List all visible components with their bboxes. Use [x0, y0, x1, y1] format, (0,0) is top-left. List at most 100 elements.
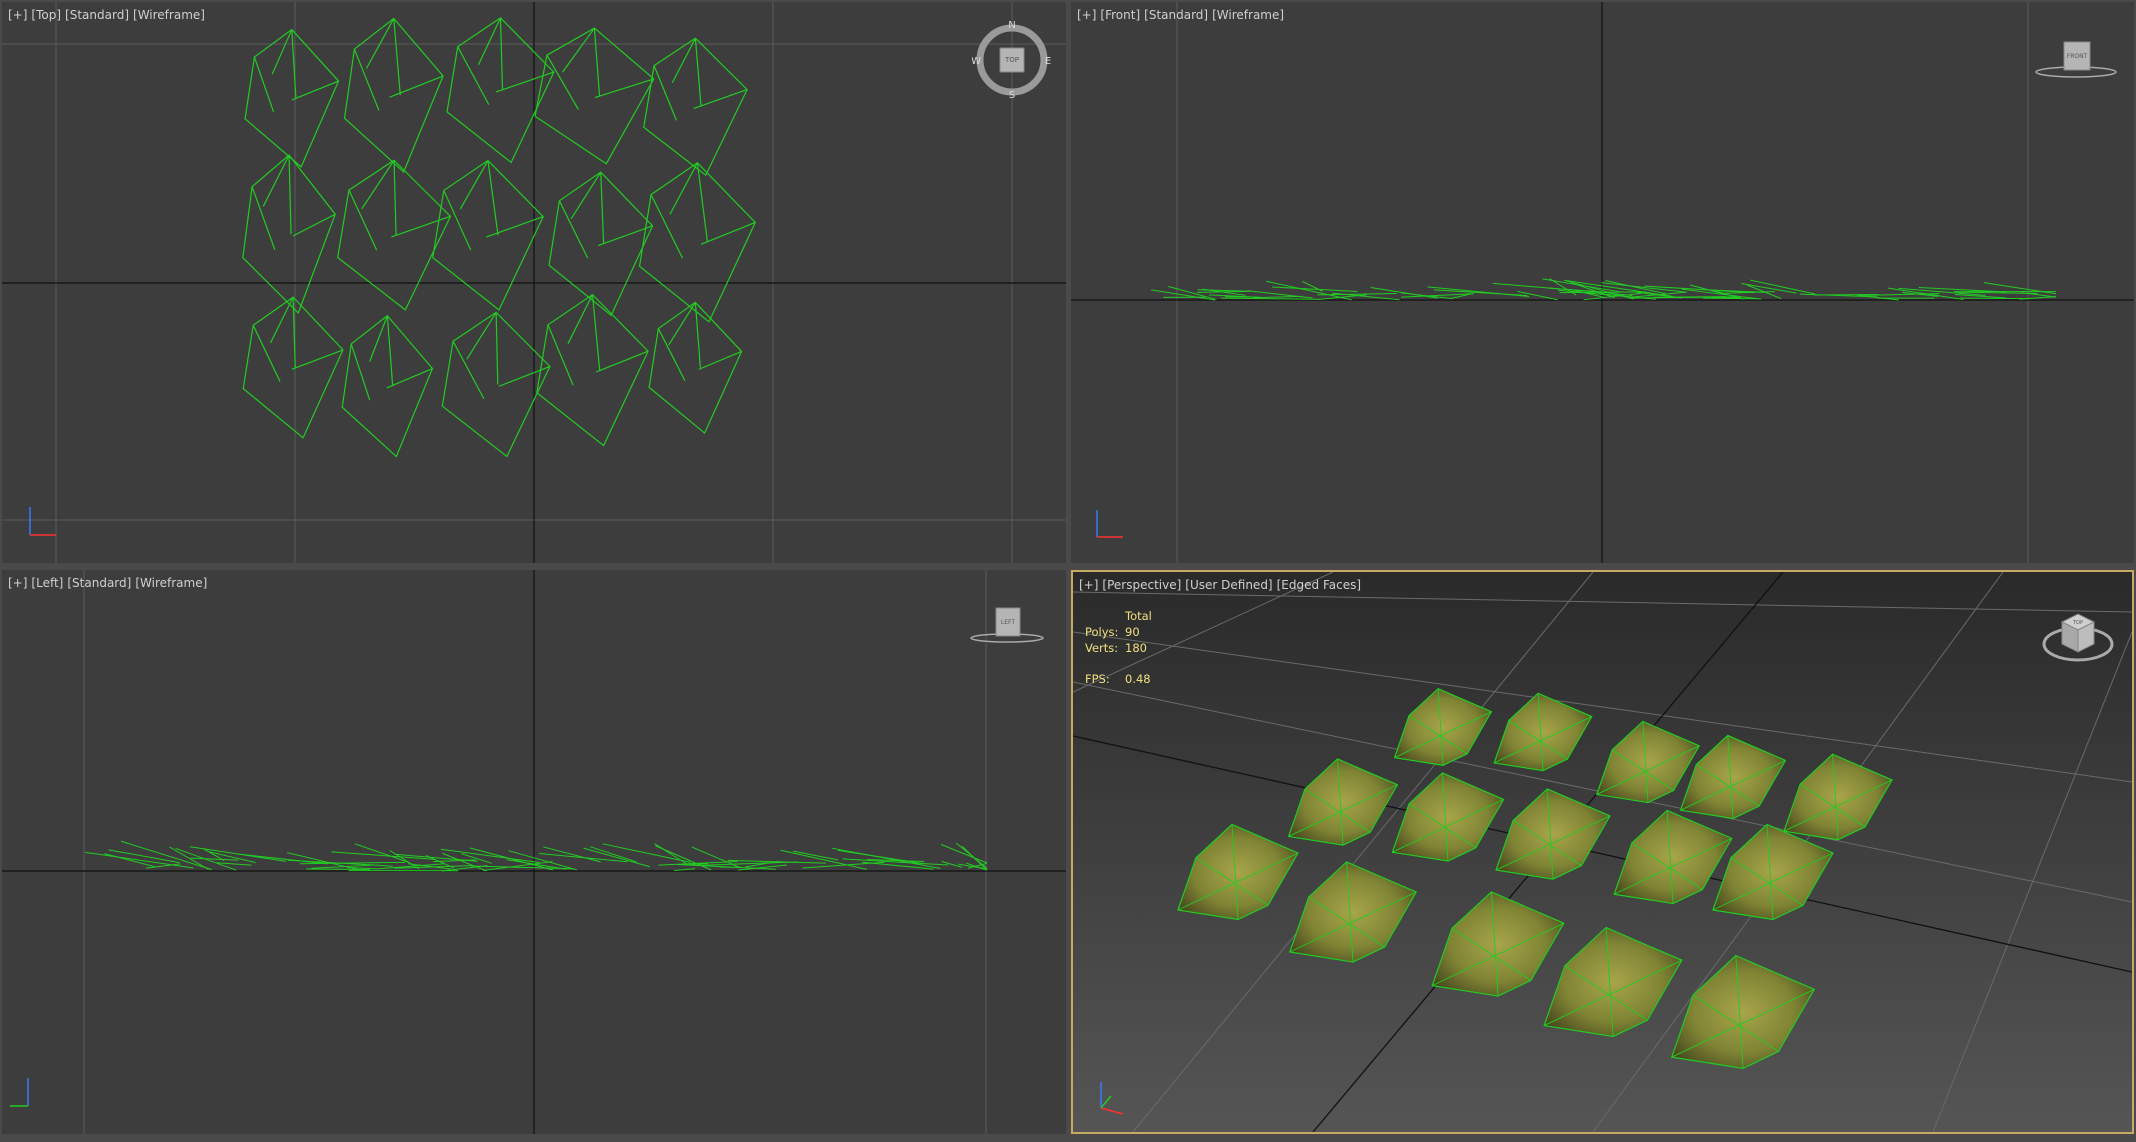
viewcube-compass[interactable]: TOP N S E W — [971, 20, 1052, 104]
viewport-top-label[interactable]: [+] [Top] [Standard] [Wireframe] — [8, 8, 209, 22]
leaf-edge — [654, 843, 688, 866]
leaf-edge — [650, 194, 684, 259]
viewport-menu-plus[interactable]: [+] — [8, 576, 27, 590]
viewport-shading-label[interactable]: [Standard] — [1144, 8, 1208, 22]
leaf-edge — [677, 863, 776, 870]
viewport-shading-label[interactable]: [User Defined] — [1185, 578, 1272, 592]
svg-text:LEFT: LEFT — [1001, 619, 1015, 626]
leaf-edge — [262, 154, 290, 207]
fps-label: FPS: — [1085, 672, 1110, 686]
leaf-edge — [347, 866, 379, 870]
leaf-edge — [482, 861, 553, 871]
verts-value: 180 — [1125, 641, 1147, 655]
leaf-edge — [393, 18, 401, 96]
leaf-wireframe — [536, 293, 649, 447]
viewcube[interactable]: FRONT — [2031, 32, 2121, 86]
leaf-wireframes-side — [1151, 278, 2057, 301]
viewport-view-label[interactable]: [Left] — [31, 576, 63, 590]
viewport-menu-plus[interactable]: [+] — [1079, 578, 1098, 592]
leaf-edge — [190, 857, 239, 861]
leaf-edge — [350, 343, 371, 401]
viewport-display-label[interactable]: [Wireframe] — [1212, 8, 1284, 22]
leaf-edge — [602, 843, 691, 863]
leaf-edge — [466, 312, 497, 360]
viewport-menu-plus[interactable]: [+] — [8, 8, 27, 22]
leaf-edge — [251, 186, 276, 250]
viewport-menu-plus[interactable]: [+] — [1077, 8, 1096, 22]
leaf-edge — [104, 853, 156, 868]
stats-header: Total — [1125, 609, 1152, 623]
leaf-edge — [558, 200, 589, 259]
leaf-edge — [562, 27, 595, 73]
leaf-wireframe — [643, 37, 748, 177]
viewport-view-label[interactable]: [Top] — [31, 8, 61, 22]
leaf-edge — [570, 171, 602, 220]
leaf-edge — [546, 54, 579, 110]
leaf-edge — [269, 296, 294, 344]
leaf-edge — [393, 160, 397, 236]
svg-text:W: W — [972, 56, 981, 67]
leaf-edge — [657, 328, 686, 382]
viewcube[interactable]: TOP — [2038, 602, 2118, 676]
svg-text:TOP: TOP — [1004, 56, 1019, 64]
leaf-edge — [837, 849, 926, 865]
viewcube[interactable]: LEFT — [967, 598, 1047, 652]
leaf-edge — [600, 172, 605, 244]
viewport-perspective-label[interactable]: [+] [Perspective] [User Defined] [Edged Fac… — [1079, 578, 1365, 592]
viewport-front-label[interactable]: [+] [Front] [Standard] [Wireframe] — [1077, 8, 1288, 22]
leaf-edge — [593, 28, 601, 96]
viewport-display-label[interactable]: [Wireframe] — [133, 8, 205, 22]
leaf-edge — [583, 847, 651, 868]
axis-gizmo — [1096, 510, 1123, 538]
leaf-edge — [389, 75, 444, 98]
leaf-edge — [459, 160, 489, 210]
viewport-view-label[interactable]: [Perspective] — [1102, 578, 1181, 592]
leaf-wireframe — [638, 162, 757, 323]
leaf-edge — [386, 315, 394, 387]
leaf-edge — [457, 46, 490, 105]
leaf-edge — [470, 865, 574, 870]
leaf-wireframe — [242, 296, 344, 439]
perspective-scene — [1073, 572, 2132, 1132]
viewport-statistics: Total Polys: 90 Verts: 180 FPS: 0.48 — [1085, 608, 1152, 687]
leaf-wireframes — [242, 17, 757, 458]
left-wireframe-scene — [2, 570, 1066, 1134]
leaf-edge — [252, 325, 281, 382]
leaf-edge — [668, 302, 696, 346]
leaf-edge — [361, 159, 395, 210]
leaf-edge — [940, 844, 988, 864]
viewport-shading-label[interactable]: [Standard] — [65, 8, 129, 22]
leaf-edge — [495, 71, 555, 93]
leaf-wireframe — [432, 159, 544, 311]
leaf-edge — [495, 312, 499, 385]
viewport-shading-label[interactable]: [Standard] — [67, 576, 131, 590]
viewport-display-label[interactable]: [Wireframe] — [135, 576, 207, 590]
leaf-edge — [1151, 289, 1216, 301]
leaf-edge — [653, 65, 677, 121]
svg-text:TOP: TOP — [2072, 620, 2083, 626]
leaf-edge — [499, 17, 504, 91]
leaf-edge — [1252, 295, 1303, 299]
verts-label: Verts: — [1085, 641, 1119, 655]
viewport-perspective[interactable]: [+] [Perspective] [User Defined] [Edged Fac… — [1071, 570, 2134, 1134]
leaf-edge — [365, 18, 395, 69]
leaf-edge — [1957, 291, 2038, 294]
svg-text:E: E — [1045, 56, 1051, 67]
leaf-edge — [694, 38, 702, 107]
leaf-edge — [674, 868, 695, 871]
viewport-left-label[interactable]: [+] [Left] [Standard] [Wireframe] — [8, 576, 211, 590]
viewport-view-label[interactable]: [Front] — [1100, 8, 1140, 22]
leaf-edge — [1220, 297, 1321, 300]
viewport-front[interactable]: [+] [Front] [Standard] [Wireframe] FRONT — [1071, 2, 2134, 563]
leaf-edge — [288, 155, 292, 235]
axis-gizmo — [29, 507, 56, 536]
svg-text:FRONT: FRONT — [2067, 53, 2088, 60]
polys-value: 90 — [1125, 625, 1140, 639]
viewport-left[interactable]: [+] [Left] [Standard] [Wireframe] LEFT — [2, 570, 1066, 1134]
leaf-edge — [567, 294, 594, 344]
viewport-top[interactable]: [+] [Top] [Standard] [Wireframe] TOP N S E — [2, 2, 1066, 563]
top-wireframe-scene — [2, 2, 1066, 563]
leaf-edge — [348, 189, 378, 251]
viewport-display-label[interactable]: [Edged Faces] — [1277, 578, 1361, 592]
leaf-edge — [669, 162, 698, 215]
